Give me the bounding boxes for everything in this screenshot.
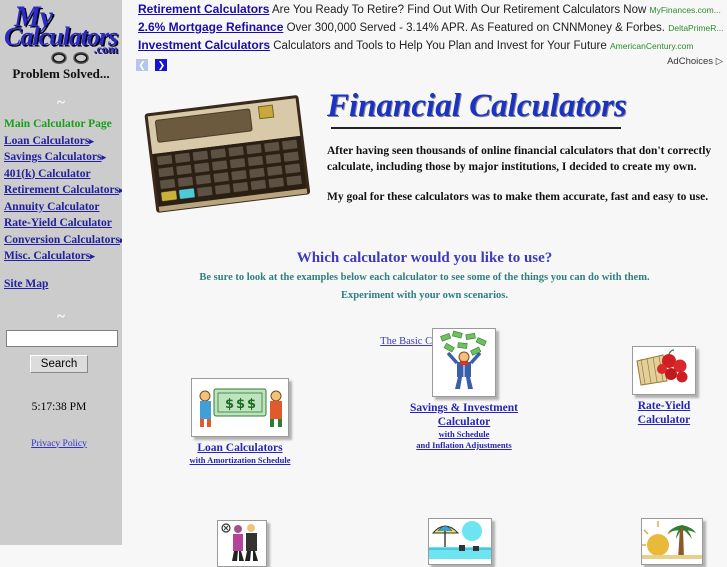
- sidebar-menu: Main Calculator Page Loan Calculators▸ S…: [0, 114, 125, 293]
- svg-text:$: $: [247, 397, 256, 412]
- sidebar-item-label: Annuity Calculator: [4, 200, 100, 213]
- palm-tree-sunset-image[interactable]: [641, 518, 703, 565]
- basket-of-apples-image[interactable]: [632, 346, 696, 395]
- sidebar-item-label: Rate-Yield Calculator: [4, 217, 112, 229]
- sidebar-item-label: 401(k) Calculator: [4, 167, 91, 180]
- ad-item-2[interactable]: 2.6% Mortgage Refinance Over 300,000 Ser…: [130, 18, 727, 36]
- divider-tilde-bottom: ~: [57, 309, 65, 325]
- sidebar-item-label: Retirement Calculators: [4, 184, 120, 196]
- search-form: [6, 328, 122, 347]
- sidebar-item-label: Main Calculator Page: [4, 118, 112, 130]
- intro-paragraph-1: After having seen thousands of online fi…: [327, 145, 712, 173]
- ad-description: Are You Ready To Retire? Find Out With O…: [271, 4, 647, 16]
- tile-rate-yield-calculator[interactable]: Rate-Yield Calculator: [604, 346, 724, 427]
- man-with-money-image[interactable]: [432, 328, 496, 397]
- svg-text:$: $: [236, 397, 245, 412]
- ad-description: Over 300,000 Served - 3.14% APR. As Feat…: [286, 22, 665, 34]
- hp-financial-calculator-image: [144, 95, 311, 213]
- page-title-block: Financial Calculators After having seen …: [327, 88, 719, 205]
- main-content: Financial Calculators After having seen …: [122, 78, 727, 567]
- sidebar-item-misc-calculators[interactable]: Misc. Calculators▸: [4, 248, 122, 265]
- svg-text:$: $: [225, 397, 234, 412]
- clock-display: 5:17:38 PM: [31, 400, 87, 413]
- ad-item-1[interactable]: Retirement Calculators Are You Ready To …: [130, 0, 727, 18]
- sidebar-item-conversion-calculators[interactable]: Conversion Calculators▸: [4, 232, 125, 249]
- which-calculator-subtext-1: Be sure to look at the examples below ea…: [199, 272, 650, 283]
- sidebar-item-label: Misc. Calculators: [4, 250, 91, 262]
- logo-tagline: Problem Solved...: [12, 66, 110, 81]
- tile-palm-calculator[interactable]: [612, 518, 727, 565]
- privacy-policy-wrap: Privacy Policy: [0, 433, 118, 451]
- ad-next-arrow-icon[interactable]: ❯: [155, 58, 168, 71]
- tile-label-line2[interactable]: Calculator: [604, 413, 724, 427]
- sidebar-item-label: Conversion Calculators: [4, 233, 120, 246]
- sidebar-item-401k-calculator[interactable]: 401(k) Calculator: [4, 166, 122, 183]
- sidebar-item-savings-calculators[interactable]: Savings Calculators▸: [4, 149, 122, 166]
- which-calculator-subtext-2: Experiment with your own scenarios.: [341, 290, 508, 301]
- tile-subtext-line2[interactable]: and Inflation Adjustments: [384, 440, 544, 451]
- tile-subtext-line1[interactable]: with Schedule: [384, 429, 544, 440]
- chevron-right-icon: ▸: [89, 135, 94, 146]
- site-logo[interactable]: My Calculators .com Problem Solved...: [0, 0, 122, 92]
- intro-paragraph-2: My goal for these calculators was to mak…: [327, 191, 709, 203]
- ad-description: Calculators and Tools to Help You Plan a…: [273, 40, 607, 52]
- ad-domain: MyFinances.com...: [649, 5, 721, 15]
- page-title: Financial Calculators: [327, 88, 627, 124]
- chevron-right-icon: ▸: [90, 251, 95, 261]
- which-calculator-heading: Which calculator would you like to use?: [296, 250, 553, 266]
- sidebar-item-label: Loan Calculators: [4, 134, 90, 147]
- adchoices-link[interactable]: AdChoices ▷: [667, 56, 723, 67]
- sidebar-item-site-map[interactable]: Site Map: [4, 276, 122, 293]
- menu-spacer: [4, 265, 122, 276]
- sidebar-item-annuity-calculator[interactable]: Annuity Calculator: [4, 199, 122, 216]
- tile-retirement-calculators[interactable]: [182, 520, 302, 567]
- tile-label-line1[interactable]: Savings & Investment: [384, 401, 544, 415]
- sidebar-item-label: Savings Calculators: [4, 151, 102, 163]
- ad-title-link[interactable]: Investment Calculators: [138, 38, 270, 52]
- sidebar: My Calculators .com Problem Solved... ~ …: [0, 0, 125, 545]
- divider-tilde-top: ~: [57, 95, 65, 111]
- search-button[interactable]: Search: [29, 354, 89, 373]
- search-input[interactable]: [6, 329, 118, 347]
- tile-loan-calculators[interactable]: $ $ $ Loan Calculators with Amortization…: [170, 378, 310, 466]
- ad-domain: AmericanCentury.com: [609, 41, 694, 51]
- search-button-wrap: Search: [0, 354, 118, 373]
- sidebar-item-retirement-calculators[interactable]: Retirement Calculators▸: [4, 182, 124, 199]
- sidebar-item-rate-yield-calculator[interactable]: Rate-Yield Calculator: [4, 215, 122, 232]
- adchoices-label: AdChoices: [667, 56, 714, 67]
- ad-title-link[interactable]: 2.6% Mortgage Refinance: [138, 20, 283, 34]
- tile-label-line2[interactable]: Calculator: [384, 415, 544, 429]
- tile-label-line1[interactable]: Rate-Yield: [604, 399, 724, 413]
- title-divider: [331, 127, 621, 129]
- sidebar-item-main-calculator-page[interactable]: Main Calculator Page: [4, 116, 122, 133]
- tile-subtext[interactable]: with Amortization Schedule: [170, 455, 310, 466]
- tile-savings-investment-calculator[interactable]: Savings & Investment Calculator with Sch…: [384, 328, 544, 451]
- ad-item-3[interactable]: Investment Calculators Calculators and T…: [130, 36, 727, 54]
- ad-domain: DeltaPrimeR...: [668, 23, 724, 33]
- couple-walking-image[interactable]: [217, 520, 267, 567]
- privacy-policy-link[interactable]: Privacy Policy: [31, 439, 87, 449]
- chevron-right-icon: ▸: [101, 152, 106, 162]
- beach-umbrella-image[interactable]: [428, 518, 492, 565]
- tile-label[interactable]: Loan Calculators: [170, 441, 310, 455]
- which-calculator-block: Which calculator would you like to use? …: [122, 250, 727, 303]
- tile-beach-calculator[interactable]: [400, 518, 520, 565]
- advertisement-block: Retirement Calculators Are You Ready To …: [130, 0, 727, 78]
- infinity-icon: [51, 52, 89, 64]
- adchoices-triangle-icon: ▷: [715, 56, 723, 67]
- ad-prev-arrow-icon[interactable]: ❮: [136, 58, 148, 71]
- money-bill-people-image[interactable]: $ $ $: [191, 378, 289, 437]
- ad-title-link[interactable]: Retirement Calculators: [138, 2, 269, 16]
- sidebar-item-loan-calculators[interactable]: Loan Calculators▸: [4, 133, 122, 150]
- ad-navigation: ❮ ❯: [136, 56, 170, 74]
